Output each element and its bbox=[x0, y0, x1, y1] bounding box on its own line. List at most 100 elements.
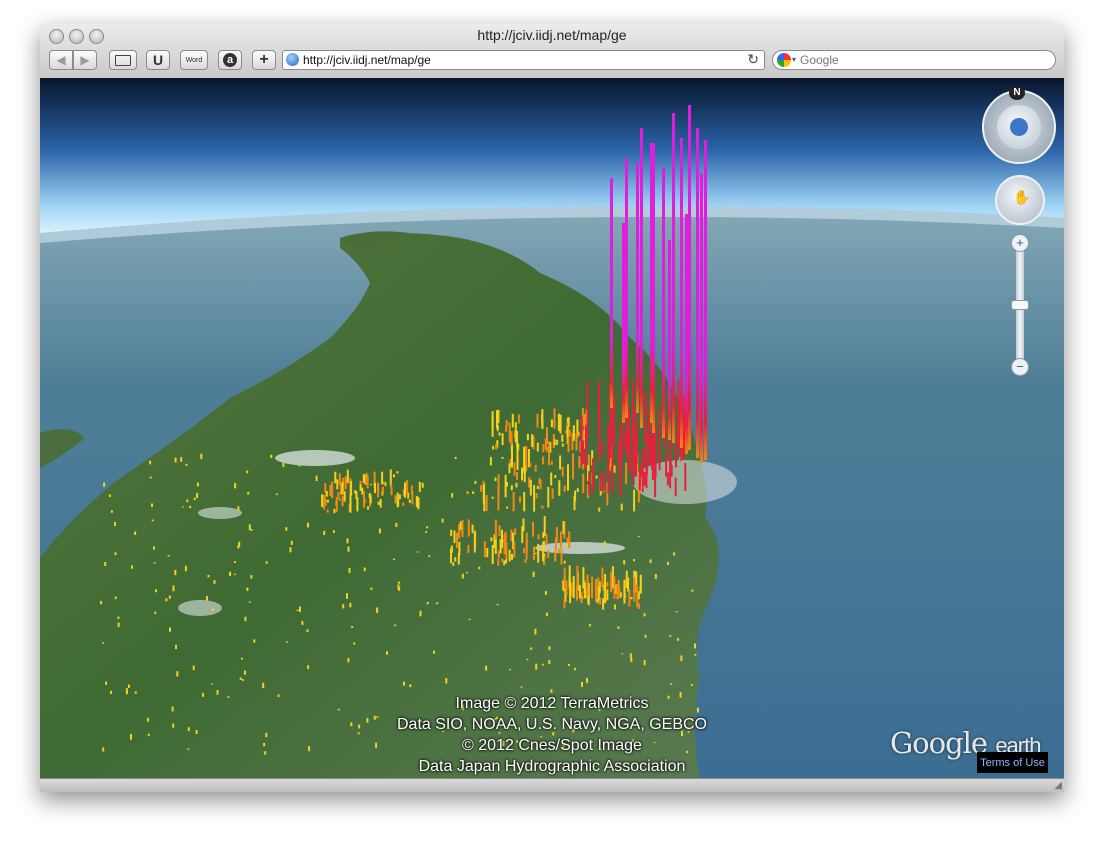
bookmarks-button[interactable] bbox=[109, 50, 137, 70]
radiation-bar bbox=[602, 470, 605, 492]
radiation-bar bbox=[666, 562, 669, 565]
radiation-bar bbox=[581, 682, 583, 687]
radiation-bar bbox=[498, 525, 501, 536]
radiation-bar bbox=[526, 433, 529, 441]
zoom-slider-handle[interactable] bbox=[1011, 300, 1029, 310]
radiation-bar bbox=[172, 723, 175, 728]
radiation-bar bbox=[575, 433, 578, 451]
radiation-bar bbox=[545, 612, 548, 617]
terms-of-use-link[interactable]: Terms of Use bbox=[977, 752, 1048, 773]
radiation-bar bbox=[195, 730, 198, 735]
radiation-bar bbox=[239, 677, 242, 680]
radiation-bar bbox=[537, 534, 540, 540]
radiation-bar bbox=[543, 516, 546, 536]
radiation-bar bbox=[674, 477, 677, 497]
radiation-bar bbox=[510, 485, 513, 491]
radiation-bar bbox=[102, 747, 105, 752]
zoom-control[interactable]: + − bbox=[1011, 234, 1029, 376]
radiation-bar bbox=[496, 410, 498, 429]
forward-arrow-icon: ▶ bbox=[80, 53, 90, 67]
radiation-bar bbox=[491, 411, 494, 429]
book-icon bbox=[115, 54, 131, 66]
radiation-bar bbox=[237, 545, 240, 549]
radiation-bar bbox=[171, 706, 174, 712]
radiation-bar bbox=[301, 621, 304, 625]
radiation-bar bbox=[513, 462, 516, 476]
radiation-bar bbox=[638, 603, 640, 609]
radiation-bar bbox=[509, 669, 511, 671]
zoom-in-button[interactable]: + bbox=[1011, 234, 1029, 252]
radiation-bar bbox=[471, 524, 474, 533]
radiation-bar bbox=[494, 477, 497, 481]
radiation-bar bbox=[553, 408, 556, 429]
radiation-bar bbox=[337, 708, 340, 711]
radiation-bar bbox=[182, 506, 184, 508]
radiation-bar bbox=[529, 479, 532, 496]
radiation-bar bbox=[595, 579, 597, 602]
look-control[interactable]: N bbox=[980, 86, 1058, 166]
radiation-bar bbox=[536, 485, 539, 489]
radiation-bar bbox=[237, 506, 240, 511]
radiation-bar bbox=[433, 650, 435, 654]
radiation-bar bbox=[490, 537, 493, 542]
reload-icon[interactable]: ↻ bbox=[747, 51, 759, 68]
radiation-bar bbox=[175, 644, 177, 650]
amazon-button[interactable]: a bbox=[218, 50, 242, 70]
address-field[interactable]: http://jciv.iidj.net/map/ge ↻ bbox=[282, 50, 765, 70]
radiation-bar bbox=[580, 415, 583, 465]
radiation-bar bbox=[147, 717, 150, 722]
radiation-bar bbox=[187, 748, 190, 750]
radiation-bar bbox=[381, 486, 384, 495]
add-bookmark-button[interactable]: + bbox=[252, 50, 276, 70]
radiation-bar bbox=[332, 530, 335, 533]
radiation-bar bbox=[200, 453, 203, 459]
u-extension-button[interactable]: U bbox=[146, 50, 170, 70]
forward-button[interactable]: ▶ bbox=[73, 50, 97, 70]
radiation-bar-tall bbox=[668, 240, 671, 440]
radiation-bar bbox=[597, 586, 600, 601]
radiation-bar bbox=[537, 544, 540, 563]
radiation-bar bbox=[554, 552, 557, 561]
radiation-bar bbox=[523, 492, 526, 512]
radiation-bar bbox=[503, 560, 506, 566]
radiation-bar bbox=[633, 489, 636, 512]
radiation-bar bbox=[542, 456, 545, 465]
radiation-bar bbox=[456, 532, 458, 548]
resize-grip-icon[interactable]: ◢ bbox=[1054, 780, 1062, 791]
search-field[interactable]: ▾ Google bbox=[772, 50, 1056, 70]
google-earth-view[interactable]: N ✋ + − Image © 2012 TerraMetrics Data S… bbox=[40, 78, 1064, 778]
radiation-bar bbox=[114, 596, 117, 600]
radiation-bar bbox=[587, 596, 590, 600]
word-extension-button[interactable]: Word bbox=[180, 50, 208, 70]
radiation-bar bbox=[154, 611, 157, 614]
radiation-bar bbox=[485, 495, 488, 512]
radiation-bar bbox=[275, 493, 278, 496]
radiation-bar bbox=[341, 495, 344, 507]
radiation-bar bbox=[296, 609, 299, 612]
radiation-bar bbox=[409, 684, 412, 688]
radiation-bar bbox=[270, 454, 273, 458]
back-button[interactable]: ◀ bbox=[49, 50, 73, 70]
radiation-bar bbox=[130, 733, 132, 740]
radiation-bar bbox=[343, 491, 346, 502]
radiation-bar bbox=[397, 581, 400, 584]
radiation-bar bbox=[508, 549, 511, 562]
radiation-bar bbox=[607, 425, 610, 494]
radiation-bar bbox=[541, 505, 544, 509]
radiation-bar bbox=[415, 495, 418, 508]
radiation-bar bbox=[349, 493, 352, 504]
north-indicator[interactable]: N bbox=[1009, 86, 1025, 100]
radiation-bar bbox=[654, 574, 657, 580]
radiation-bar bbox=[402, 502, 405, 506]
radiation-bar-tall bbox=[700, 173, 703, 463]
title-bar: http://jciv.iidj.net/map/ge ◀ ▶ U Word a… bbox=[40, 24, 1064, 79]
move-control[interactable]: ✋ bbox=[995, 175, 1045, 225]
radiation-bar bbox=[497, 550, 500, 559]
zoom-out-button[interactable]: − bbox=[1011, 358, 1029, 376]
radiation-bar bbox=[184, 565, 187, 572]
radiation-bar bbox=[536, 442, 539, 452]
radiation-bar bbox=[637, 536, 640, 538]
radiation-bar bbox=[453, 530, 456, 544]
radiation-bar bbox=[250, 575, 253, 579]
radiation-bar bbox=[250, 529, 253, 531]
